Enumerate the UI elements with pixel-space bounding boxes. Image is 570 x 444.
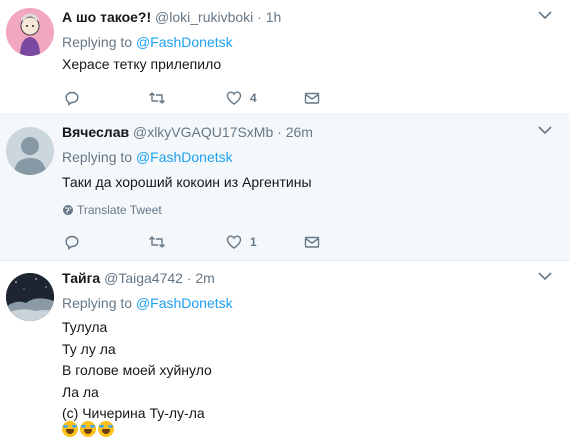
replying-to: Replying to @FashDonetsk (62, 294, 233, 313)
retweet-button[interactable] (148, 88, 166, 108)
direct-message-button[interactable] (304, 232, 320, 252)
reply-button[interactable] (64, 88, 80, 108)
globe-icon (63, 205, 73, 215)
username[interactable]: @xlkyVGAQU17SxMb (133, 124, 273, 140)
face-with-tears-of-joy-icon (98, 421, 114, 437)
tweet-header: А шо такое?! @loki_rukivboki · 1h (62, 8, 281, 27)
retweet-icon (149, 92, 165, 104)
reply-button[interactable] (64, 232, 80, 252)
fullname[interactable]: А шо такое?! (62, 9, 151, 25)
emoji-row (62, 421, 116, 438)
translate-tweet-link[interactable]: Translate Tweet (62, 202, 162, 218)
timestamp[interactable]: 26m (286, 124, 313, 140)
replying-prefix: Replying to (62, 295, 133, 311)
translate-label: Translate Tweet (77, 203, 162, 217)
night-sky-avatar-icon (6, 273, 54, 321)
fullname[interactable]: Вячеслав (62, 124, 129, 140)
retweet-icon (149, 236, 165, 248)
avatar[interactable] (6, 273, 54, 321)
like-count: 1 (250, 235, 257, 249)
direct-message-button[interactable] (304, 88, 320, 108)
default-avatar-icon (6, 127, 54, 175)
replying-prefix: Replying to (62, 34, 133, 50)
timestamp[interactable]: 1h (266, 9, 282, 25)
reply-icon (65, 91, 79, 106)
cartoon-avatar-icon (6, 8, 54, 56)
chevron-down-icon[interactable] (538, 125, 552, 135)
avatar[interactable] (6, 8, 54, 56)
mention-link[interactable]: @FashDonetsk (136, 34, 233, 50)
timestamp[interactable]: 2m (195, 270, 214, 286)
like-button[interactable]: 1 (226, 232, 257, 252)
tweet[interactable]: Вячеслав @xlkyVGAQU17SxMb · 26m Replying… (0, 115, 570, 261)
retweet-button[interactable] (148, 232, 166, 252)
tweet-actions: 1 (62, 232, 332, 252)
heart-icon (226, 91, 242, 105)
tweet-actions: 4 (62, 88, 332, 108)
face-with-tears-of-joy-icon (62, 421, 78, 437)
replying-prefix: Replying to (62, 149, 133, 165)
separator-dot: · (186, 270, 192, 286)
fullname[interactable]: Тайга (62, 270, 100, 286)
replying-to: Replying to @FashDonetsk (62, 33, 233, 52)
replying-to: Replying to @FashDonetsk (62, 148, 233, 167)
tweet-text: Херасе тетку прилепило (62, 56, 222, 72)
reply-icon (65, 235, 79, 250)
tweet[interactable]: Тайга @Taiga4742 · 2m Replying to @FashD… (0, 261, 570, 444)
envelope-icon (304, 236, 320, 248)
tweet-header: Тайга @Taiga4742 · 2m (62, 269, 215, 288)
username[interactable]: @loki_rukivboki (155, 9, 253, 25)
separator-dot: · (257, 9, 262, 25)
chevron-down-icon[interactable] (538, 10, 552, 20)
envelope-icon (304, 92, 320, 104)
username[interactable]: @Taiga4742 (104, 270, 183, 286)
face-with-tears-of-joy-icon (80, 421, 96, 437)
heart-icon (226, 235, 242, 249)
tweet-text: Таки да хороший кокоин из Аргентины (62, 174, 312, 190)
tweet[interactable]: А шо такое?! @loki_rukivboki · 1h Replyi… (0, 0, 570, 115)
like-button[interactable]: 4 (226, 88, 257, 108)
like-count: 4 (250, 91, 257, 105)
mention-link[interactable]: @FashDonetsk (136, 295, 233, 311)
avatar[interactable] (6, 127, 54, 175)
mention-link[interactable]: @FashDonetsk (136, 149, 233, 165)
chevron-down-icon[interactable] (538, 271, 552, 281)
tweet-text: Тулула Ту лу ла В голове моей хуйнуло Ла… (62, 319, 212, 421)
separator-dot: · (277, 124, 282, 140)
tweet-header: Вячеслав @xlkyVGAQU17SxMb · 26m (62, 123, 313, 142)
